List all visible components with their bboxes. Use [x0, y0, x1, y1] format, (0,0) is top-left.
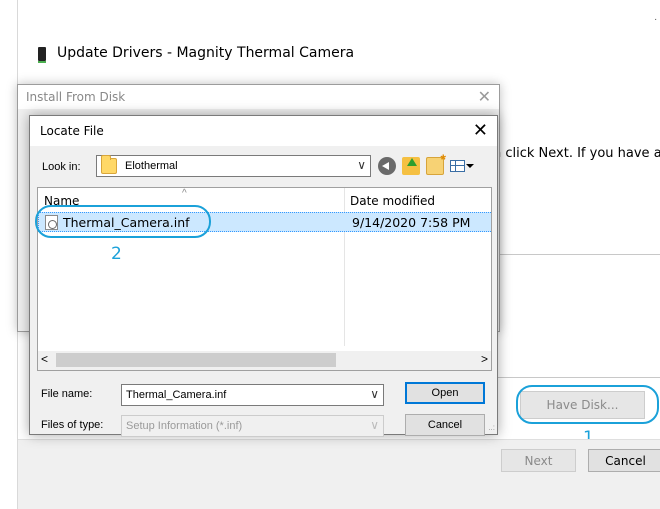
look-in-label: Look in:: [42, 161, 81, 173]
chevron-down-icon[interactable]: ∨: [357, 158, 366, 172]
device-icon: [38, 47, 46, 63]
wizard-footer: Next Cancel: [18, 439, 660, 509]
chevron-down-icon[interactable]: ∨: [370, 418, 379, 432]
locate-dialog-title: Locate File: [40, 124, 104, 138]
look-in-value: Elothermal: [125, 160, 178, 172]
files-of-type-dropdown[interactable]: Setup Information (*.inf) ∨: [121, 415, 384, 437]
file-date-modified: 9/14/2020 7:58 PM: [352, 215, 471, 230]
install-close-icon[interactable]: ✕: [478, 87, 491, 107]
navigation-toolbar: [378, 151, 476, 176]
wizard-title: Update Drivers - Magnity Thermal Camera: [57, 45, 355, 61]
scrollbar-thumb[interactable]: [56, 353, 336, 367]
locate-titlebar: Locate File ✕: [30, 116, 497, 146]
column-name-label: Name: [44, 194, 80, 208]
callout-number-2: 2: [111, 244, 122, 264]
column-header-date[interactable]: Date modified: [344, 188, 491, 210]
wizard-instruction-text: n click Next. If you have a: [493, 146, 660, 161]
file-name-input[interactable]: Thermal_Camera.inf ∨: [121, 384, 384, 406]
locate-cancel-button[interactable]: Cancel: [405, 414, 485, 436]
scroll-left-icon[interactable]: <: [41, 352, 48, 366]
file-name-label: File name:: [41, 388, 93, 400]
horizontal-scrollbar[interactable]: < >: [38, 351, 491, 370]
view-menu-icon[interactable]: [450, 157, 476, 175]
file-name-value: Thermal_Camera.inf: [126, 389, 227, 401]
up-folder-icon[interactable]: [402, 157, 420, 175]
driver-model-list[interactable]: [489, 254, 660, 378]
install-dialog-title: Install From Disk: [26, 90, 126, 104]
column-header-name[interactable]: Name: [38, 188, 344, 210]
new-folder-icon[interactable]: [426, 151, 446, 175]
locate-close-icon[interactable]: ✕: [473, 120, 488, 141]
size-grip-icon[interactable]: ..:: [488, 423, 495, 432]
folder-icon: [101, 155, 117, 174]
wizard-cancel-button[interactable]: Cancel: [588, 449, 660, 472]
install-titlebar: Install From Disk ✕: [18, 85, 499, 109]
back-icon[interactable]: [378, 157, 396, 175]
inf-file-icon: [45, 215, 58, 230]
file-row[interactable]: Thermal_Camera.inf 9/14/2020 7:58 PM: [38, 212, 491, 232]
wizard-close-icon[interactable]: ·: [654, 14, 657, 25]
sort-caret-icon: ^: [182, 188, 187, 199]
open-button[interactable]: Open: [405, 382, 485, 404]
look-in-dropdown[interactable]: Elothermal ∨: [96, 155, 371, 177]
files-of-type-label: Files of type:: [41, 419, 104, 431]
chevron-down-icon[interactable]: ∨: [370, 387, 379, 401]
have-disk-button[interactable]: Have Disk...: [520, 391, 645, 419]
file-name: Thermal_Camera.inf: [63, 215, 190, 230]
file-list[interactable]: Name ^ Date modified Thermal_Camera.inf …: [37, 187, 492, 371]
files-of-type-value: Setup Information (*.inf): [126, 420, 243, 432]
next-button[interactable]: Next: [501, 449, 576, 472]
locate-file-dialog: Locate File ✕ Look in: Elothermal ∨ Name…: [29, 115, 498, 437]
scroll-right-icon[interactable]: >: [481, 352, 488, 366]
column-date-label: Date modified: [350, 194, 436, 208]
